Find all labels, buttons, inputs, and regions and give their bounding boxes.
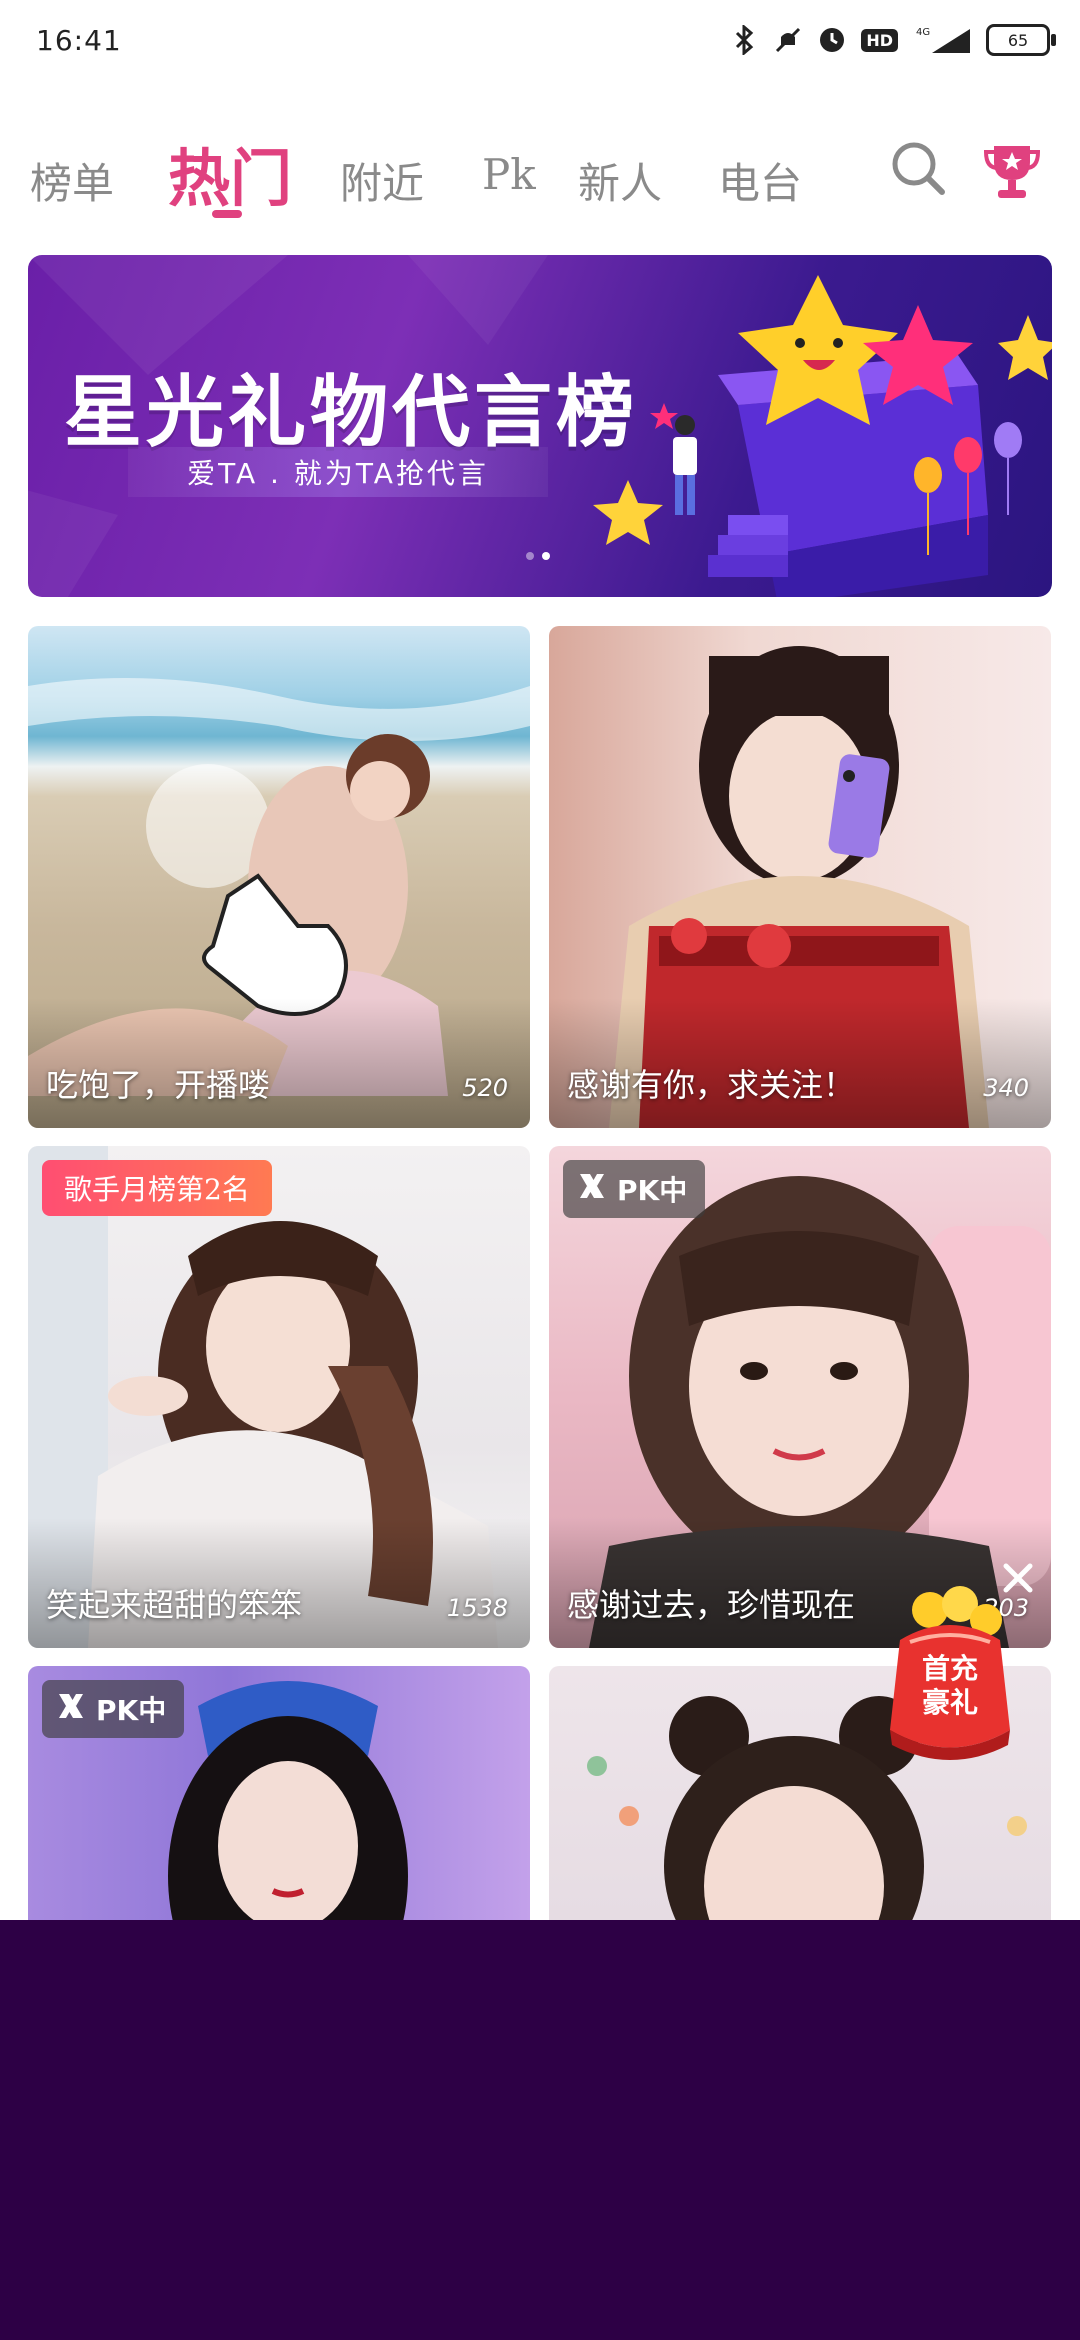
mute-icon: [773, 25, 803, 55]
battery-indicator: 65: [986, 24, 1056, 56]
tab-hot[interactable]: 热门: [168, 128, 292, 218]
banner-title: 星光礼物代言榜: [64, 368, 639, 458]
tab-rankings[interactable]: 榜单: [30, 150, 114, 211]
live-room-card[interactable]: PK中 感谢过去，珍惜现在 203: [549, 1146, 1051, 1648]
signal-icon: 4G: [912, 25, 972, 55]
rank-badge: 歌手月榜第2名: [42, 1160, 272, 1216]
status-icons: HD 4G 65: [729, 24, 1056, 56]
card-caption: 感谢过去，珍惜现在: [567, 1586, 856, 1624]
live-room-card[interactable]: PK中: [28, 1666, 530, 1920]
pk-badge: PK中: [563, 1160, 706, 1218]
gift-label-line1: 首充: [921, 1652, 978, 1685]
bottom-panel: [0, 1920, 1080, 2340]
bluetooth-icon: [729, 25, 759, 55]
gift-label: 首充 豪礼: [880, 1652, 1020, 1720]
tab-pk[interactable]: Pk: [482, 150, 536, 199]
trophy-icon[interactable]: [983, 140, 1041, 200]
viewer-count: 520: [462, 1074, 508, 1102]
viewer-count: 1538: [446, 1594, 508, 1622]
viewer-count: 340: [983, 1074, 1029, 1102]
tab-radio[interactable]: 电台: [718, 150, 802, 211]
banner-dot-active: [542, 552, 550, 560]
active-tab-indicator: [212, 210, 242, 218]
gift-label-line2: 豪礼: [921, 1686, 978, 1719]
first-recharge-gift-button[interactable]: 首充 豪礼: [880, 1580, 1020, 1760]
pk-badge: PK中: [42, 1680, 185, 1738]
banner-dot: [526, 552, 534, 560]
card-caption: 吃饱了，开播喽: [46, 1066, 271, 1104]
live-room-card[interactable]: 感谢有你，求关注！ 340: [549, 626, 1051, 1128]
tab-nearby[interactable]: 附近: [340, 150, 424, 211]
search-icon[interactable]: [890, 140, 946, 196]
status-time: 16:41: [36, 24, 122, 57]
promo-banner[interactable]: 星光礼物代言榜 爱TA . 就为TA抢代言: [28, 255, 1052, 597]
pk-icon: [577, 1171, 607, 1208]
live-room-card[interactable]: 吃饱了，开播喽 520: [28, 626, 530, 1128]
pk-label: PK中: [617, 1174, 688, 1207]
card-caption: 感谢有你，求关注！: [567, 1066, 856, 1104]
pk-label: PK中: [96, 1694, 167, 1727]
hd-badge: HD: [861, 28, 898, 52]
card-caption: 笑起来超甜的笨笨: [46, 1586, 303, 1624]
tab-newcomers[interactable]: 新人: [578, 150, 662, 211]
svg-text:4G: 4G: [916, 27, 930, 38]
status-bar: 16:41 HD 4G 65: [0, 0, 1080, 90]
alarm-icon: [817, 25, 847, 55]
banner-subtitle: 爱TA . 就为TA抢代言: [128, 447, 548, 497]
banner-pagination: [526, 552, 550, 560]
live-room-card[interactable]: 歌手月榜第2名 笑起来超甜的笨笨 1538: [28, 1146, 530, 1648]
pk-icon: [56, 1691, 86, 1728]
